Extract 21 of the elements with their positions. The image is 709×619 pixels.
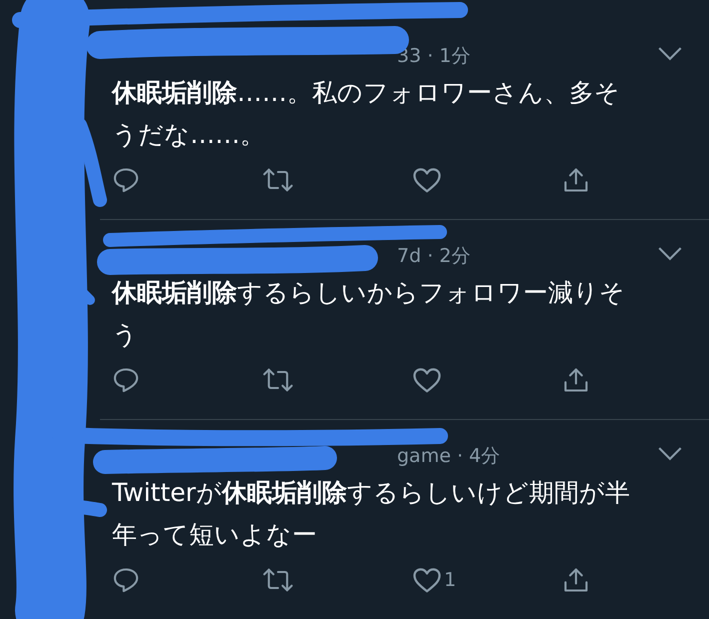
chevron-down-icon[interactable] xyxy=(657,446,683,460)
heart-icon[interactable] xyxy=(412,166,442,194)
reply-icon[interactable] xyxy=(112,566,140,594)
share-icon[interactable] xyxy=(562,566,590,594)
tweet-text: Twitterが休眠垢削除するらしいけど期間が半年って短いよなー xyxy=(112,477,631,551)
retweet-icon[interactable] xyxy=(262,566,294,594)
tweet-text: 休眠垢削除……。私のフォロワーさん、多そうだな……。 xyxy=(112,77,621,151)
tweet-meta: 7d · 2分 xyxy=(396,244,470,269)
like-count: 1 xyxy=(444,569,456,591)
tweet-meta: game · 4分 xyxy=(396,444,500,469)
retweet-icon[interactable] xyxy=(262,366,294,394)
retweet-icon[interactable] xyxy=(262,166,294,194)
chevron-down-icon[interactable] xyxy=(657,46,683,60)
chevron-down-icon[interactable] xyxy=(657,246,683,260)
share-icon[interactable] xyxy=(562,366,590,394)
tweet-text: 休眠垢削除するらしいからフォロワー減りそう xyxy=(112,277,626,351)
reply-icon[interactable] xyxy=(112,366,140,394)
heart-icon[interactable] xyxy=(412,566,442,594)
heart-icon[interactable] xyxy=(412,366,442,394)
reply-icon[interactable] xyxy=(112,166,140,194)
share-icon[interactable] xyxy=(562,166,590,194)
